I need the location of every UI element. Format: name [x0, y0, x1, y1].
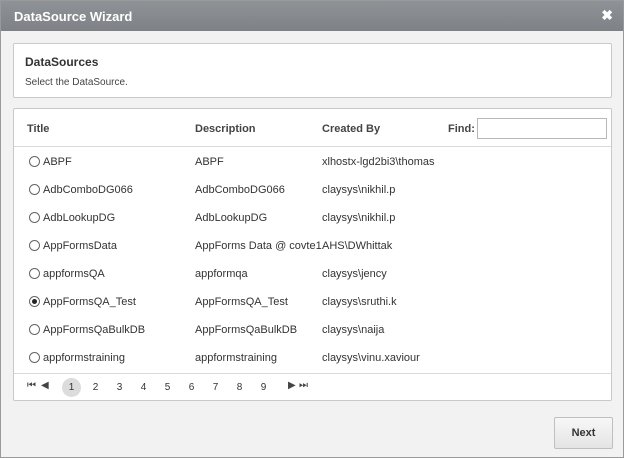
- row-select-radio[interactable]: [29, 240, 40, 251]
- page-number-7[interactable]: 7: [206, 378, 225, 397]
- table-row[interactable]: ABPF ABPF xlhostx-lgd2bi3\thomas: [14, 148, 611, 176]
- table-row[interactable]: appformsQA appformqa claysys\jency: [14, 260, 611, 288]
- row-title: AppFormsQaBulkDB: [43, 324, 146, 336]
- row-select-radio[interactable]: [29, 156, 40, 167]
- table-row[interactable]: AdbComboDG066 AdbComboDG066 claysys\nikhil…: [14, 176, 611, 204]
- table-row[interactable]: appformstraining appformstraining claysys\…: [14, 344, 611, 372]
- row-title: appformsQA: [43, 268, 105, 280]
- page-number-9[interactable]: 9: [254, 378, 273, 397]
- column-header-created-by[interactable]: Created By: [322, 123, 380, 135]
- find-input[interactable]: [477, 118, 607, 139]
- page-number-5[interactable]: 5: [158, 378, 177, 397]
- next-button[interactable]: Next: [554, 417, 613, 449]
- row-title: AdbComboDG066: [43, 184, 133, 196]
- first-page-icon[interactable]: ⏮: [27, 380, 36, 391]
- row-select-radio[interactable]: [29, 324, 40, 335]
- row-description: AppForms Data @ covte181: [195, 240, 322, 252]
- last-page-icon[interactable]: ⏭: [299, 380, 308, 391]
- column-header-description[interactable]: Description: [195, 123, 256, 135]
- dialog-titlebar: DataSource Wizard ✖: [1, 1, 623, 31]
- row-description: AppFormsQA_Test: [195, 296, 288, 308]
- row-created-by: claysys\sruthi.k: [322, 296, 397, 308]
- row-title: AdbLookupDG: [43, 212, 116, 224]
- table-row[interactable]: AppFormsQaBulkDB AppFormsQaBulkDB claysys\…: [14, 316, 611, 344]
- row-select-radio[interactable]: [29, 184, 40, 195]
- datasource-wizard-dialog: DataSource Wizard ✖ DataSources Select t…: [0, 0, 624, 458]
- row-created-by: claysys\nikhil.p: [322, 212, 396, 224]
- grid-header: Title Description Created By Find:: [14, 109, 611, 147]
- table-row[interactable]: AppFormsData AppForms Data @ covte181 AHS\…: [14, 232, 611, 260]
- row-select-radio[interactable]: [29, 352, 40, 363]
- page-number-2[interactable]: 2: [86, 378, 105, 397]
- row-select-radio[interactable]: [29, 212, 40, 223]
- row-description: appformqa: [195, 268, 248, 280]
- row-description: AppFormsQaBulkDB: [195, 324, 298, 336]
- table-row[interactable]: AppFormsQA_Test AppFormsQA_Test claysys\sr…: [14, 288, 611, 316]
- row-title: ABPF: [43, 156, 72, 168]
- row-title: AppFormsData: [43, 240, 117, 252]
- row-title: AppFormsQA_Test: [43, 296, 136, 308]
- panel-heading: DataSources: [25, 55, 99, 69]
- info-panel: DataSources Select the DataSource.: [13, 43, 612, 98]
- page-number-8[interactable]: 8: [230, 378, 249, 397]
- row-select-radio[interactable]: [29, 268, 40, 279]
- row-created-by: claysys\jency: [322, 268, 387, 280]
- dialog-title: DataSource Wizard: [14, 9, 133, 24]
- pager: ⏮ ◀ 123456789 ▶ ⏭: [14, 373, 611, 400]
- row-description: ABPF: [195, 156, 224, 168]
- prev-page-icon[interactable]: ◀: [41, 380, 49, 391]
- page-number-3[interactable]: 3: [110, 378, 129, 397]
- page-number-1[interactable]: 1: [62, 378, 81, 397]
- next-page-icon[interactable]: ▶: [288, 380, 296, 391]
- row-created-by: claysys\vinu.xaviour: [322, 352, 420, 364]
- row-title: appformstraining: [43, 352, 125, 364]
- row-created-by: xlhostx-lgd2bi3\thomas: [322, 156, 435, 168]
- table-row[interactable]: AdbLookupDG AdbLookupDG claysys\nikhil.p: [14, 204, 611, 232]
- row-created-by: claysys\naija: [322, 324, 385, 336]
- panel-instructions: Select the DataSource.: [25, 77, 128, 88]
- close-icon[interactable]: ✖: [601, 7, 613, 23]
- row-select-radio[interactable]: [29, 296, 40, 307]
- page-number-4[interactable]: 4: [134, 378, 153, 397]
- column-header-title[interactable]: Title: [27, 123, 49, 135]
- row-description: AdbComboDG066: [195, 184, 285, 196]
- page-number-6[interactable]: 6: [182, 378, 201, 397]
- row-created-by: AHS\DWhittak: [322, 240, 393, 252]
- datasource-grid: Title Description Created By Find: ABPF A…: [13, 108, 612, 401]
- row-created-by: claysys\nikhil.p: [322, 184, 396, 196]
- row-description: AdbLookupDG: [195, 212, 268, 224]
- row-description: appformstraining: [195, 352, 277, 364]
- find-label: Find:: [448, 123, 475, 135]
